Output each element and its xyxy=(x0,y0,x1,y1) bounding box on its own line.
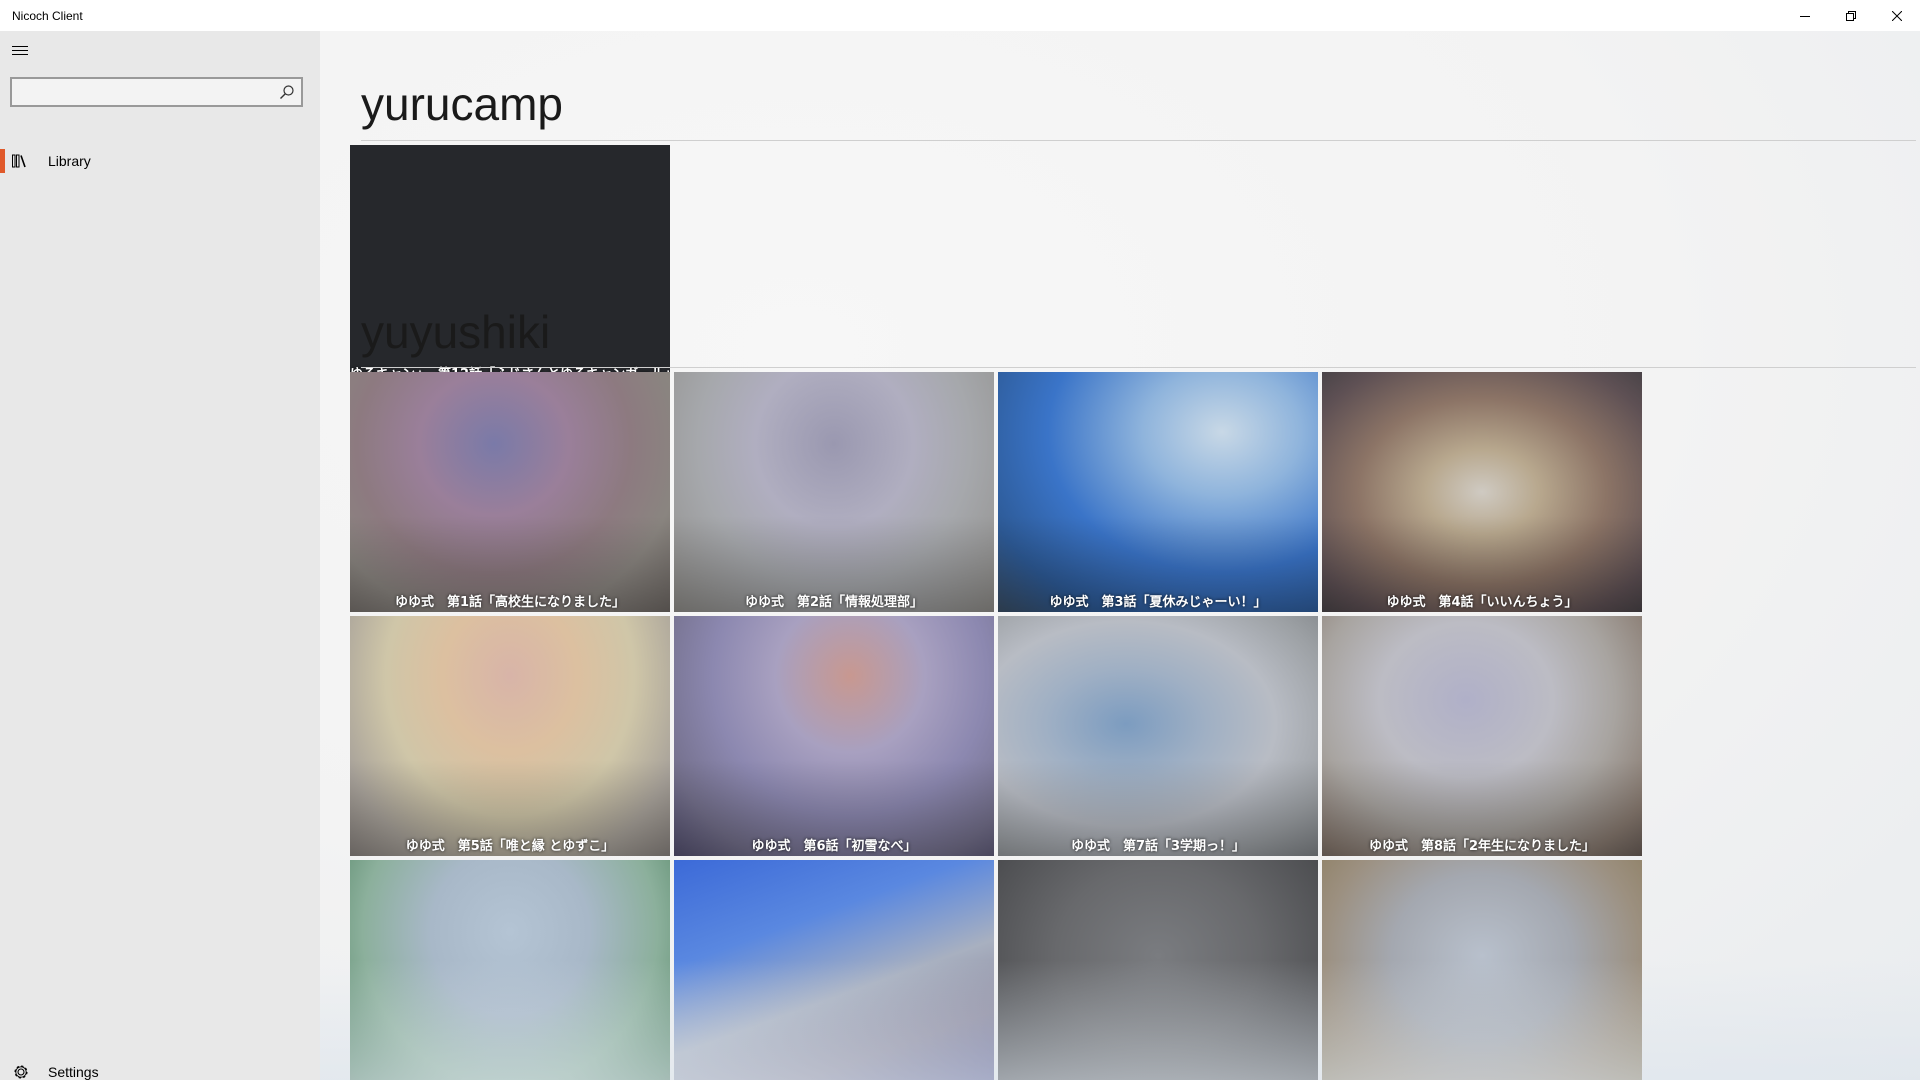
video-caption: ゆゆ式 第7話「3学期っ！」 xyxy=(1070,839,1246,854)
video-tile[interactable] xyxy=(998,860,1318,1080)
video-tile[interactable]: ゆゆ式 第6話「初雪なべ」 xyxy=(674,616,994,856)
restore-button[interactable] xyxy=(1828,0,1874,31)
section-title-yurucamp: yurucamp xyxy=(361,78,563,130)
sidebar-item-library[interactable]: Library xyxy=(0,141,320,181)
sidebar-item-settings[interactable]: Settings xyxy=(0,1052,320,1092)
video-tile[interactable]: ゆゆ式 第4話「いいんちょう」 xyxy=(1322,372,1642,612)
video-tile[interactable] xyxy=(1322,860,1642,1080)
video-caption: ゆゆ式 第2話「情報処理部」 xyxy=(744,595,924,610)
sidebar-item-label: Settings xyxy=(48,1064,99,1080)
video-tile[interactable]: ゆゆ式 第3話「夏休みじゃーい！」 xyxy=(998,372,1318,612)
search-input[interactable] xyxy=(12,79,278,105)
selection-indicator xyxy=(0,149,5,173)
video-caption: ゆゆ式 第5話「唯と縁 とゆずこ」 xyxy=(405,839,615,854)
section-title-yuyushiki: yuyushiki xyxy=(361,306,551,358)
video-tile[interactable]: ゆゆ式 第8話「2年生になりました」 xyxy=(1322,616,1642,856)
navigation-pane: Library Settings xyxy=(0,31,320,1080)
restore-icon xyxy=(1846,10,1856,21)
library-content: yurucamp ゆるキャン△ 第12話「ふじさんとゆるキャンガール」 yuyu… xyxy=(320,31,1920,1080)
library-icon xyxy=(12,154,26,168)
video-caption: ゆゆ式 第1話「高校生になりました」 xyxy=(394,595,626,610)
sidebar-item-label: Library xyxy=(48,153,91,169)
search-box xyxy=(10,77,303,107)
video-caption: ゆゆ式 第8話「2年生になりました」 xyxy=(1368,839,1596,854)
hamburger-button[interactable] xyxy=(0,31,40,71)
video-tile[interactable] xyxy=(674,860,994,1080)
minimize-button[interactable] xyxy=(1782,0,1828,31)
video-thumbnail xyxy=(674,860,994,1080)
video-tile[interactable] xyxy=(350,860,670,1080)
video-tile[interactable]: ゆゆ式 第1話「高校生になりました」 xyxy=(350,372,670,612)
video-caption: ゆゆ式 第3話「夏休みじゃーい！」 xyxy=(1049,595,1267,610)
title-bar: Nicoch Client xyxy=(0,0,1920,31)
search-icon[interactable] xyxy=(279,84,295,100)
section-divider xyxy=(361,367,1916,368)
close-icon xyxy=(1892,10,1902,21)
gear-icon xyxy=(14,1065,28,1079)
video-thumbnail xyxy=(998,860,1318,1080)
video-caption: ゆゆ式 第4話「いいんちょう」 xyxy=(1386,595,1578,610)
window-title: Nicoch Client xyxy=(12,8,83,23)
window-controls xyxy=(1782,0,1920,31)
section-divider xyxy=(361,140,1916,141)
close-button[interactable] xyxy=(1874,0,1920,31)
video-thumbnail xyxy=(1322,860,1642,1080)
video-tile[interactable]: ゆゆ式 第5話「唯と縁 とゆずこ」 xyxy=(350,616,670,856)
hamburger-icon xyxy=(12,46,28,55)
video-tile[interactable]: ゆゆ式 第7話「3学期っ！」 xyxy=(998,616,1318,856)
video-tile[interactable]: ゆゆ式 第2話「情報処理部」 xyxy=(674,372,994,612)
video-thumbnail xyxy=(350,860,670,1080)
video-caption: ゆゆ式 第6話「初雪なべ」 xyxy=(751,839,917,854)
minimize-icon xyxy=(1800,15,1810,17)
